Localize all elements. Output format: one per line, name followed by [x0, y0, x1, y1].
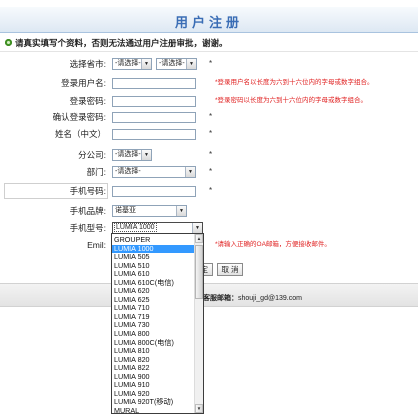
- brand-label: 手机品牌:: [69, 206, 106, 216]
- city-select-value: -请选择-: [159, 60, 185, 67]
- header-bar: 用户注册: [0, 7, 418, 33]
- username-hint: *登录用户名以长度为六到十六位内的字母或数字组合。: [215, 79, 374, 86]
- email-hint: *请输入正确的OA邮箱，方便接收邮件。: [215, 241, 331, 248]
- department-select-value: -请选择-: [115, 168, 141, 175]
- password-label: 登录密码:: [69, 96, 106, 106]
- model-option[interactable]: LUMIA 730: [112, 321, 195, 330]
- model-option[interactable]: LUMIA 822: [112, 364, 195, 373]
- scroll-up-arrow-icon[interactable]: ▲: [195, 234, 203, 243]
- notice-bar: 请真实填写个资料，否则无法通过用户注册审批，谢谢。: [0, 36, 418, 52]
- model-option[interactable]: LUMIA 610C(电信): [112, 279, 195, 288]
- password-hint: *登录密码以长度为六到十六位内的字母或数字组合。: [215, 97, 368, 104]
- model-option[interactable]: LUMIA 620: [112, 287, 195, 296]
- brand-select-value: 诺基亚: [115, 207, 136, 214]
- region-label: 选择省市:: [69, 59, 106, 69]
- model-option[interactable]: LUMIA 510: [112, 262, 195, 271]
- chevron-down-icon[interactable]: ▼: [185, 167, 195, 177]
- province-select-value: -请选择-: [115, 60, 141, 67]
- chevron-down-icon[interactable]: ▼: [141, 150, 151, 160]
- chevron-down-icon[interactable]: ▼: [141, 59, 151, 69]
- department-select[interactable]: -请选择- ▼: [112, 166, 196, 178]
- page-title: 用户注册: [174, 15, 243, 30]
- model-option[interactable]: LUMIA 710: [112, 304, 195, 313]
- model-option[interactable]: LUMIA 920: [112, 390, 195, 399]
- confirm-password-label: 确认登录密码:: [52, 112, 106, 122]
- footer-email[interactable]: shouji_gd@139.com: [238, 295, 302, 302]
- required-mark: *: [209, 59, 213, 68]
- model-option[interactable]: LUMIA 820: [112, 356, 195, 365]
- model-option[interactable]: LUMIA 900: [112, 373, 195, 382]
- password-input[interactable]: [112, 96, 196, 107]
- scroll-down-arrow-icon[interactable]: ▼: [195, 404, 203, 413]
- registration-page: 用户注册 请真实填写个资料，否则无法通过用户注册审批，谢谢。 选择省市: -请选…: [0, 0, 418, 418]
- username-input[interactable]: [112, 78, 196, 89]
- required-mark: *: [209, 167, 213, 176]
- city-select[interactable]: -请选择- ▼: [156, 58, 197, 70]
- chevron-down-icon[interactable]: ▼: [186, 59, 196, 69]
- phone-input[interactable]: [112, 186, 196, 197]
- brand-select[interactable]: 诺基亚 ▼: [112, 205, 187, 217]
- model-option-highlighted[interactable]: LUMIA 1000: [112, 244, 195, 254]
- model-select-value: LUMIA 1000: [114, 223, 157, 232]
- footer-label: 客服邮箱：: [203, 295, 238, 302]
- username-label: 登录用户名:: [61, 78, 106, 88]
- model-option[interactable]: LUMIA 920T(移动): [112, 398, 195, 407]
- branch-select[interactable]: -请选择- ▼: [112, 149, 152, 161]
- notice-text: 请真实填写个资料，否则无法通过用户注册审批，谢谢。: [15, 38, 228, 48]
- footer-bar: 客服邮箱：shouji_gd@139.com: [0, 283, 418, 307]
- phone-label: 手机号码:: [69, 186, 106, 196]
- confirm-password-input[interactable]: [112, 112, 196, 123]
- required-mark: *: [209, 150, 213, 159]
- department-label: 部门:: [86, 167, 106, 177]
- footer-contact: 客服邮箱：shouji_gd@139.com: [203, 293, 302, 303]
- model-option[interactable]: LUMIA 610: [112, 270, 195, 279]
- email-label: Emil:: [87, 240, 106, 250]
- required-mark: *: [209, 186, 213, 195]
- required-mark: *: [209, 112, 213, 121]
- model-options: GROUPER LUMIA 1000 LUMIA 505 LUMIA 510 L…: [112, 236, 195, 415]
- model-option[interactable]: GROUPER: [112, 236, 195, 245]
- model-option[interactable]: LUMIA 800C(电信): [112, 339, 195, 348]
- dropdown-scrollbar[interactable]: ▲ ▼: [194, 234, 203, 413]
- model-option[interactable]: LUMIA 719: [112, 313, 195, 322]
- chevron-down-icon[interactable]: ▼: [176, 206, 186, 216]
- branch-label: 分公司:: [78, 150, 106, 160]
- name-input[interactable]: [112, 129, 196, 140]
- scrollbar-thumb[interactable]: [195, 245, 203, 299]
- province-select[interactable]: -请选择- ▼: [112, 58, 152, 70]
- model-option[interactable]: LUMIA 505: [112, 253, 195, 262]
- model-option[interactable]: LUMIA 625: [112, 296, 195, 305]
- required-mark: *: [209, 129, 213, 138]
- model-option[interactable]: LUMIA 800: [112, 330, 195, 339]
- model-option[interactable]: LUMIA 810: [112, 347, 195, 356]
- chevron-down-icon[interactable]: ▼: [192, 223, 202, 233]
- branch-select-value: -请选择-: [115, 151, 141, 158]
- cancel-button[interactable]: 取 消: [217, 263, 243, 276]
- green-bullet-icon: [5, 39, 12, 46]
- name-label: 姓名（中文）: [54, 129, 106, 139]
- model-dropdown-list[interactable]: GROUPER LUMIA 1000 LUMIA 505 LUMIA 510 L…: [111, 233, 204, 414]
- model-label: 手机型号:: [69, 223, 106, 233]
- model-option[interactable]: MURAL: [112, 407, 195, 416]
- model-option[interactable]: LUMIA 910: [112, 381, 195, 390]
